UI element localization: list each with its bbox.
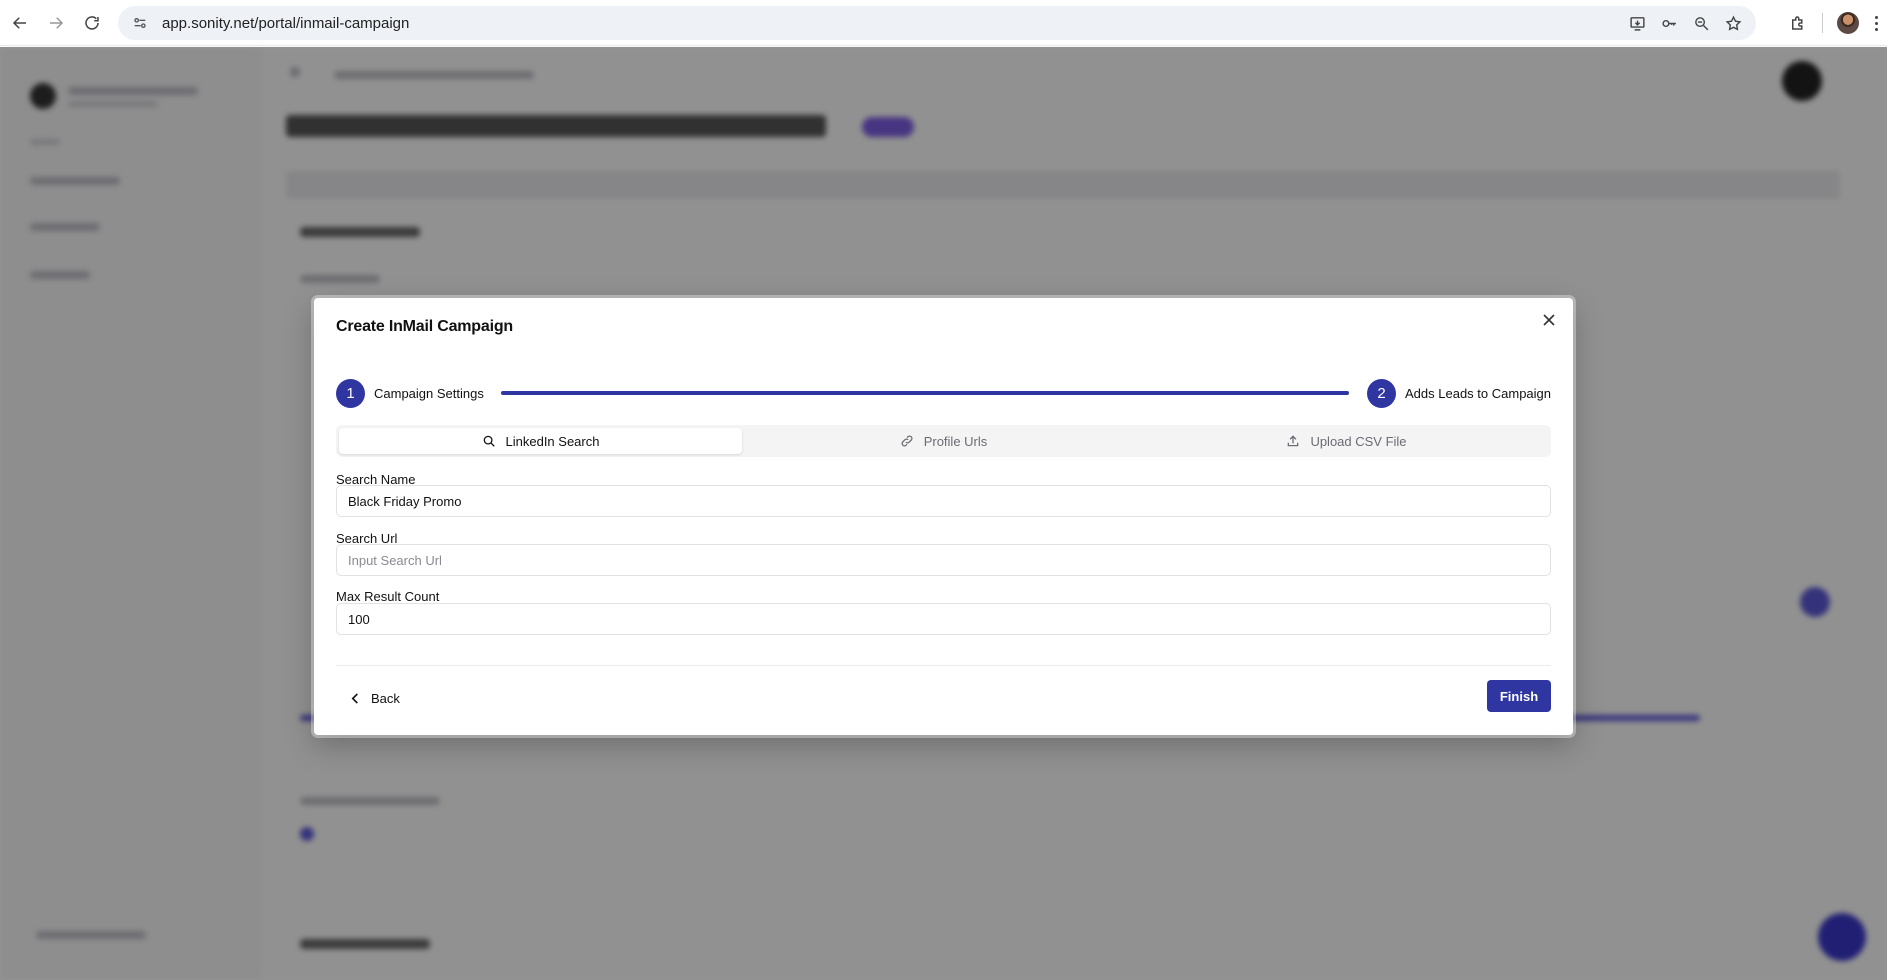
reload-icon[interactable] [74,5,110,41]
step-campaign-settings: 1 Campaign Settings [336,378,484,408]
step-indicator: 1 Campaign Settings 2 Adds Leads to Camp… [336,378,1551,408]
step-label: Campaign Settings [374,385,484,401]
bookmark-star-icon[interactable] [1724,14,1742,32]
search-name-input[interactable] [336,485,1551,517]
back-arrow-icon[interactable] [2,5,38,41]
footer-divider [336,665,1551,666]
dialog-title: Create InMail Campaign [336,318,513,335]
tab-label: Profile Urls [923,433,988,449]
link-icon [901,435,913,447]
profile-avatar[interactable] [1837,12,1859,34]
step-number: 2 [1367,378,1397,408]
password-key-icon[interactable] [1660,14,1678,32]
install-app-icon[interactable] [1628,14,1646,32]
step-progress-line [501,391,1349,395]
zoom-icon[interactable] [1692,14,1710,32]
search-icon [483,435,495,447]
toolbar-divider [1822,13,1823,33]
upload-icon [1288,435,1299,447]
forward-arrow-icon[interactable] [38,5,74,41]
chevron-left-icon [351,692,358,704]
address-bar[interactable]: app.sonity.net/portal/inmail-campaign [118,6,1756,40]
tab-label: Upload CSV File [1310,433,1407,449]
tab-upload-csv[interactable]: Upload CSV File [1145,428,1548,454]
tab-label: LinkedIn Search [505,433,600,449]
browser-toolbar: app.sonity.net/portal/inmail-campaign [0,0,1887,46]
site-settings-icon[interactable] [132,14,150,32]
step-label: Adds Leads to Campaign [1405,385,1551,401]
step-add-leads: 2 Adds Leads to Campaign [1367,378,1551,408]
tab-linkedin-search[interactable]: LinkedIn Search [339,428,742,454]
extensions-puzzle-icon[interactable] [1788,13,1808,33]
close-icon[interactable] [1539,310,1559,330]
max-result-count-input[interactable] [336,603,1551,635]
back-button[interactable]: Back [336,681,414,715]
create-inmail-campaign-dialog: Create InMail Campaign 1 Campaign Settin… [314,298,1573,735]
back-button-label: Back [371,690,400,706]
url-text: app.sonity.net/portal/inmail-campaign [162,14,410,32]
step-number: 1 [336,378,365,408]
search-url-input[interactable] [336,544,1551,576]
lead-source-tabs: LinkedIn Search Profile Urls Upload CSV … [336,425,1551,457]
tab-profile-urls[interactable]: Profile Urls [742,428,1145,454]
finish-button[interactable]: Finish [1487,680,1551,712]
browser-menu-icon[interactable] [1873,15,1879,31]
max-result-count-label: Max Result Count [336,589,440,604]
